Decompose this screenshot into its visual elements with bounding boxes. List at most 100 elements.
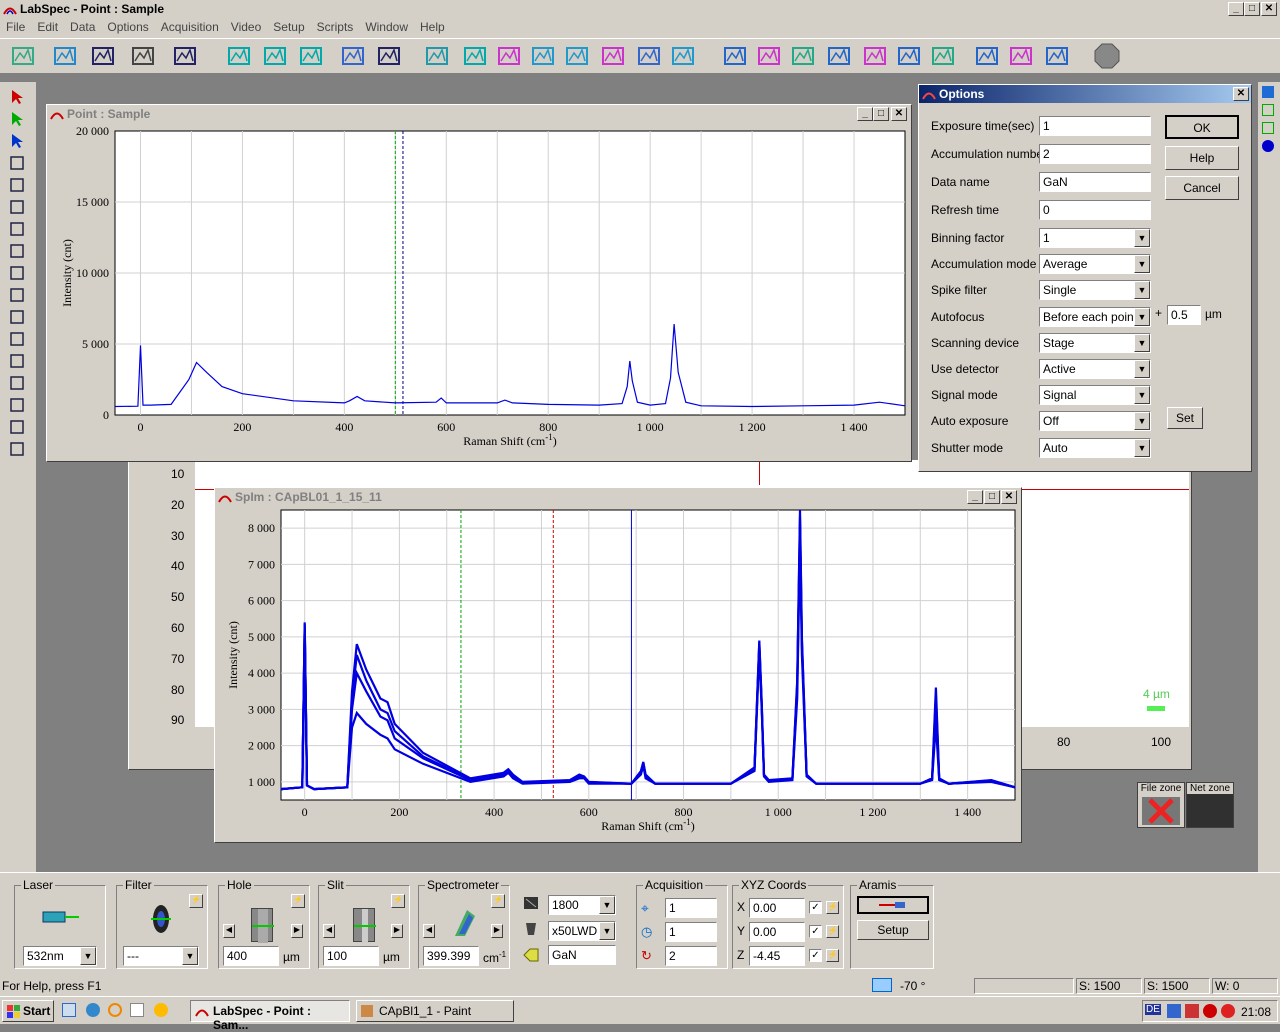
menu-setup[interactable]: Setup <box>267 18 310 34</box>
option-binning-factor-select[interactable]: 1 ▼ <box>1039 228 1151 248</box>
mosaic-icon[interactable] <box>530 43 556 69</box>
spectrometer-decrease-button[interactable]: ◀ <box>423 924 435 938</box>
cancel-button[interactable]: Cancel <box>1165 176 1239 200</box>
acq-time-input[interactable]: 1 <box>665 922 717 942</box>
menu-file[interactable]: File <box>0 18 31 34</box>
info-icon[interactable] <box>376 43 402 69</box>
minimize-button[interactable]: _ <box>1228 2 1244 16</box>
slit-input[interactable]: 100 <box>323 946 379 966</box>
point-maximize-button[interactable]: □ <box>873 107 889 121</box>
chevron-down-icon[interactable]: ▼ <box>599 896 615 914</box>
laser-select[interactable]: 532nm ▼ <box>23 946 97 966</box>
quicklaunch-media-icon[interactable] <box>154 1003 168 1017</box>
quicklaunch-ie-icon[interactable] <box>86 1003 100 1017</box>
tray-network-icon[interactable] <box>1167 1004 1181 1018</box>
zoom-icon[interactable] <box>8 198 26 216</box>
spim-close-button[interactable]: ✕ <box>1001 490 1017 504</box>
stop-icon[interactable] <box>1094 43 1120 69</box>
option-spike-filter-select[interactable]: Single ▼ <box>1039 280 1151 301</box>
tray-security-icon[interactable] <box>1185 1004 1199 1018</box>
zoom-y-icon[interactable] <box>262 43 288 69</box>
panel-1-icon[interactable] <box>1262 86 1274 98</box>
spim-minimize-button[interactable]: _ <box>967 490 983 504</box>
new-icon[interactable] <box>10 43 36 69</box>
grating-select[interactable]: 1800 ▼ <box>548 895 616 915</box>
option-exposure-time-sec-input[interactable]: 1 <box>1039 116 1151 136</box>
area-icon[interactable] <box>1008 43 1034 69</box>
region-icon[interactable] <box>8 374 26 392</box>
chevron-down-icon[interactable]: ▼ <box>80 947 96 965</box>
quicklaunch-desktop-icon[interactable] <box>62 1003 76 1017</box>
options-close-button[interactable]: ✕ <box>1233 87 1249 101</box>
scale-y-icon[interactable] <box>8 286 26 304</box>
menu-options[interactable]: Options <box>101 18 154 34</box>
select-green-icon[interactable] <box>8 110 26 128</box>
file-zone[interactable]: File zone <box>1137 782 1185 828</box>
option-accumulation-mode-select[interactable]: Average ▼ <box>1039 254 1151 275</box>
chevron-down-icon[interactable]: ▼ <box>1134 281 1150 300</box>
menu-video[interactable]: Video <box>225 18 267 34</box>
scale-x-icon[interactable] <box>8 264 26 282</box>
filter-data-icon[interactable] <box>790 43 816 69</box>
map-icon[interactable] <box>424 43 450 69</box>
select-arrow-icon[interactable] <box>8 88 26 106</box>
option-refresh-time-input[interactable]: 0 <box>1039 200 1151 220</box>
set-button[interactable]: Set <box>1167 407 1203 429</box>
spectrometer-increase-button[interactable]: ▶ <box>491 924 503 938</box>
maximize-button[interactable]: □ <box>1244 2 1260 16</box>
chevron-down-icon[interactable]: ▼ <box>1134 307 1150 326</box>
hole-input[interactable]: 400 <box>223 946 279 966</box>
quicklaunch-doc-icon[interactable] <box>130 1003 144 1017</box>
point-spectrum-chart[interactable]: 0 200 400 600 800 1 000 1 200 1 40020 00015 000… <box>49 125 909 459</box>
quicklaunch-app-icon[interactable] <box>108 1003 122 1017</box>
cursor-pair-icon[interactable] <box>8 330 26 348</box>
x-checkbox[interactable]: ✓ <box>809 901 822 914</box>
ok-button[interactable]: OK <box>1165 115 1239 139</box>
aramis-setup-button[interactable]: Setup <box>857 920 929 940</box>
panel-2-icon[interactable] <box>1262 104 1274 116</box>
plot-area[interactable] <box>280 509 1016 801</box>
slit-icon[interactable] <box>353 908 376 943</box>
expand-icon[interactable] <box>670 43 696 69</box>
hole-lock-icon[interactable]: ⚡ <box>291 894 305 908</box>
filter-select[interactable]: --- ▼ <box>123 946 199 966</box>
peak-fit-icon[interactable] <box>8 418 26 436</box>
tray-update-icon[interactable] <box>1221 1004 1235 1018</box>
filter-wheel-icon[interactable] <box>151 904 171 934</box>
y-checkbox[interactable]: ✓ <box>809 925 822 938</box>
option-accumulation-number-input[interactable]: 2 <box>1039 144 1151 164</box>
stage-icon[interactable] <box>496 43 522 69</box>
option-data-name-input[interactable]: GaN <box>1039 172 1151 192</box>
select-blue-icon[interactable] <box>8 132 26 150</box>
menu-scripts[interactable]: Scripts <box>311 18 360 34</box>
close-button[interactable]: ✕ <box>1261 2 1277 16</box>
option-auto-exposure-select[interactable]: Off ▼ <box>1039 411 1151 432</box>
print-icon[interactable] <box>130 43 156 69</box>
x-lock-icon[interactable]: ⚡ <box>826 901 839 914</box>
slit-decrease-button[interactable]: ◀ <box>323 924 335 938</box>
export-icon[interactable] <box>974 43 1000 69</box>
task-labspec[interactable]: LabSpec - Point : Sam... <box>190 1000 350 1032</box>
hole-decrease-button[interactable]: ◀ <box>223 924 235 938</box>
autofocus-offset-input[interactable]: 0.5 <box>1167 305 1201 325</box>
start-button[interactable]: Start <box>2 1000 54 1022</box>
spim-window[interactable]: SpIm : CApBL01_1_15_11 _ □ ✕ 0 200 400 600 8… <box>214 487 1022 843</box>
menu-edit[interactable]: Edit <box>31 18 64 34</box>
option-use-detector-select[interactable]: Active ▼ <box>1039 359 1151 379</box>
filter-lock-icon[interactable]: ⚡ <box>189 894 203 908</box>
spim-spectrum-chart[interactable]: 0 200 400 600 800 1 000 1 200 1 4008 0007 0006 … <box>217 508 1019 840</box>
acq-accum-input[interactable]: 2 <box>665 946 717 966</box>
graph-icon[interactable] <box>1044 43 1070 69</box>
intensity-icon[interactable] <box>8 220 26 238</box>
fsd-icon[interactable] <box>862 43 888 69</box>
chevron-down-icon[interactable]: ▼ <box>599 922 615 940</box>
chevron-down-icon[interactable]: ▼ <box>1134 412 1150 431</box>
palette-icon[interactable] <box>8 440 26 458</box>
slit-lock-icon[interactable]: ⚡ <box>391 894 405 908</box>
spectrometer-lock-icon[interactable]: ⚡ <box>491 894 505 908</box>
spim-window-titlebar[interactable]: SpIm : CApBL01_1_15_11 _ □ ✕ <box>215 488 1021 506</box>
language-indicator[interactable]: DE <box>1145 1004 1161 1015</box>
slit-increase-button[interactable]: ▶ <box>391 924 403 938</box>
grid-icon[interactable] <box>462 43 488 69</box>
laser-shot-icon[interactable] <box>636 43 662 69</box>
